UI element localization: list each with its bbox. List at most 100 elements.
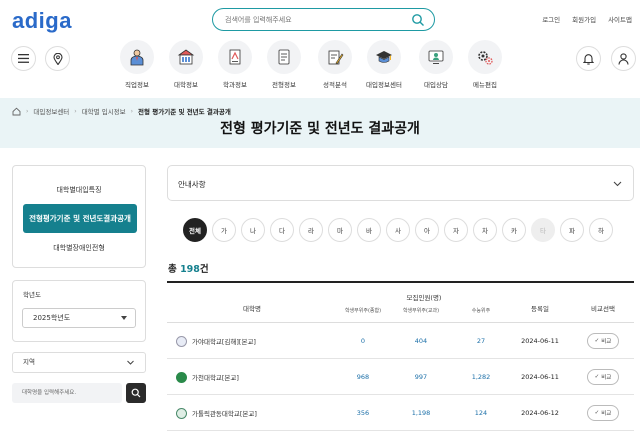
nav-label: 전형정보 [272,81,296,89]
compare-button[interactable]: ✓ 비교 [587,369,619,385]
university-name[interactable]: 가톨릭관동대학교[본교] [176,395,257,431]
nav-department-info[interactable]: 학과정보 [210,40,260,89]
university-logo-icon [176,371,187,383]
sidebar-menu: 대학별대입특징 전형평가기준 및 전년도결과공개 대학별장애인전형 [12,165,146,268]
consonant-button[interactable]: 마 [328,218,352,242]
hamburger-icon [18,54,29,63]
sidebar-item-disability[interactable]: 대학별장애인전형 [13,243,145,253]
cell-date: 2024-06-11 [521,337,559,345]
breadcrumb-current: 전형 평가기준 및 전년도 결과공개 [138,108,231,116]
university-name[interactable]: 가야대학교[김해][본교] [176,323,256,359]
total-number: 198 [180,264,200,275]
university-search-input[interactable]: 대학명을 입력해주세요. [12,383,122,403]
caret-down-icon [121,316,127,320]
nav-label: 직업정보 [125,81,149,89]
chevron-down-icon [127,360,134,365]
cell-date: 2024-06-12 [521,409,559,417]
header-csat: 수능위주 [471,308,491,314]
university-name-text: 가천대학교[본교] [192,374,239,382]
sidebar-item-criteria-results[interactable]: 전형평가기준 및 전년도결과공개 [23,204,137,233]
header-date: 등록일 [531,305,549,313]
menu-edit-gear-icon [478,51,493,65]
nav-admission-info[interactable]: 전형정보 [259,40,309,89]
compare-label: 비교 [601,411,612,417]
consonant-button[interactable]: 카 [502,218,526,242]
cell-subject: 404 [414,337,428,345]
nav-job-info[interactable]: 직업정보 [112,40,162,89]
menu-button[interactable] [11,46,36,71]
compare-button[interactable]: ✓ 비교 [587,405,619,421]
location-pin-icon [52,52,63,65]
cell-csat: 1,282 [471,373,491,381]
graduation-cap-icon [376,51,392,63]
breadcrumb-item[interactable]: 대입정보센터 [33,106,69,116]
notification-button[interactable] [576,46,601,71]
university-logo-icon [176,335,187,347]
counsel-monitor-icon [428,50,444,64]
consonant-button[interactable]: 다 [270,218,294,242]
job-person-icon [130,49,144,66]
header-compare: 비교선택 [591,305,615,313]
university-name[interactable]: 가천대학교[본교] [176,359,239,395]
nav-menu-edit[interactable]: 메뉴편집 [460,40,510,89]
consonant-button[interactable]: 파 [560,218,584,242]
region-filter-label: 지역 [23,358,35,366]
site-search-input[interactable] [225,12,405,27]
location-button[interactable] [45,46,70,71]
cell-comprehensive: 0 [360,337,366,345]
cell-csat: 124 [474,409,488,417]
consonant-button[interactable]: 가 [212,218,236,242]
page-title: 전형 평가기준 및 전년도 결과공개 [220,121,420,137]
consonant-button[interactable]: 자 [444,218,468,242]
year-select[interactable]: 2025학년도 [22,308,136,328]
site-logo[interactable]: adiga [12,8,72,34]
home-icon[interactable] [12,107,21,116]
chevron-right-icon: › [26,107,29,115]
nav-label: 성적분석 [323,81,347,89]
university-search-button[interactable] [126,383,146,403]
consonant-button[interactable]: 아 [415,218,439,242]
nav-label: 대학정보 [174,81,198,89]
nav-university-info[interactable]: 대학정보 [161,40,211,89]
site-search-box[interactable] [212,8,435,31]
search-icon [131,388,141,398]
consonant-button[interactable]: 라 [299,218,323,242]
nav-score-analysis[interactable]: 성적분석 [310,40,360,89]
header-subject: 학생부위주(교과) [402,308,440,314]
signup-link[interactable]: 회원가입 [572,14,596,24]
login-link[interactable]: 로그인 [542,14,560,24]
check-icon: ✓ [594,410,600,416]
breadcrumb: › 대입정보센터 › 대학별 입시정보 › 전형 평가기준 및 전년도 결과공개 [12,106,231,116]
consonant-button-disabled: 타 [531,218,555,242]
consonant-button-all[interactable]: 전체 [183,218,207,242]
consonant-button[interactable]: 나 [241,218,265,242]
user-button[interactable] [611,46,636,71]
consonant-filter: 전체 가 나 다 라 마 바 사 아 자 차 카 타 파 하 [183,218,613,242]
consonant-button[interactable]: 차 [473,218,497,242]
check-icon: ✓ [594,374,600,380]
breadcrumb-item[interactable]: 대학별 입시정보 [82,106,126,116]
admission-document-icon [278,49,290,65]
sitemap-link[interactable]: 사이트맵 [608,14,632,24]
compare-button[interactable]: ✓ 비교 [587,333,619,349]
notice-accordion[interactable]: 안내사항 [167,165,634,201]
table-header: 대학명 모집인원(명) 학생부위주(종합) 학생부위주(교과) 수능위주 등록일… [167,281,634,323]
chevron-right-icon: › [130,107,134,115]
cell-date: 2024-06-11 [521,373,559,381]
consonant-button[interactable]: 사 [386,218,410,242]
cell-csat: 27 [476,337,486,345]
search-icon[interactable] [411,13,425,27]
nav-label: 대입정보센터 [366,81,402,89]
score-analysis-icon [328,50,344,65]
nav-label: 대입상담 [424,81,448,89]
consonant-button[interactable]: 바 [357,218,381,242]
region-filter[interactable]: 지역 [12,352,146,373]
nav-admission-counsel[interactable]: 대입상담 [411,40,461,89]
bell-icon [583,53,594,65]
nav-admission-center[interactable]: 대입정보센터 [359,40,409,89]
consonant-button[interactable]: 하 [589,218,613,242]
sidebar-item-features[interactable]: 대학별대입특징 [13,185,145,195]
user-icon [618,52,629,65]
cell-subject: 1,198 [411,409,431,417]
year-select-value: 2025학년도 [33,314,71,322]
